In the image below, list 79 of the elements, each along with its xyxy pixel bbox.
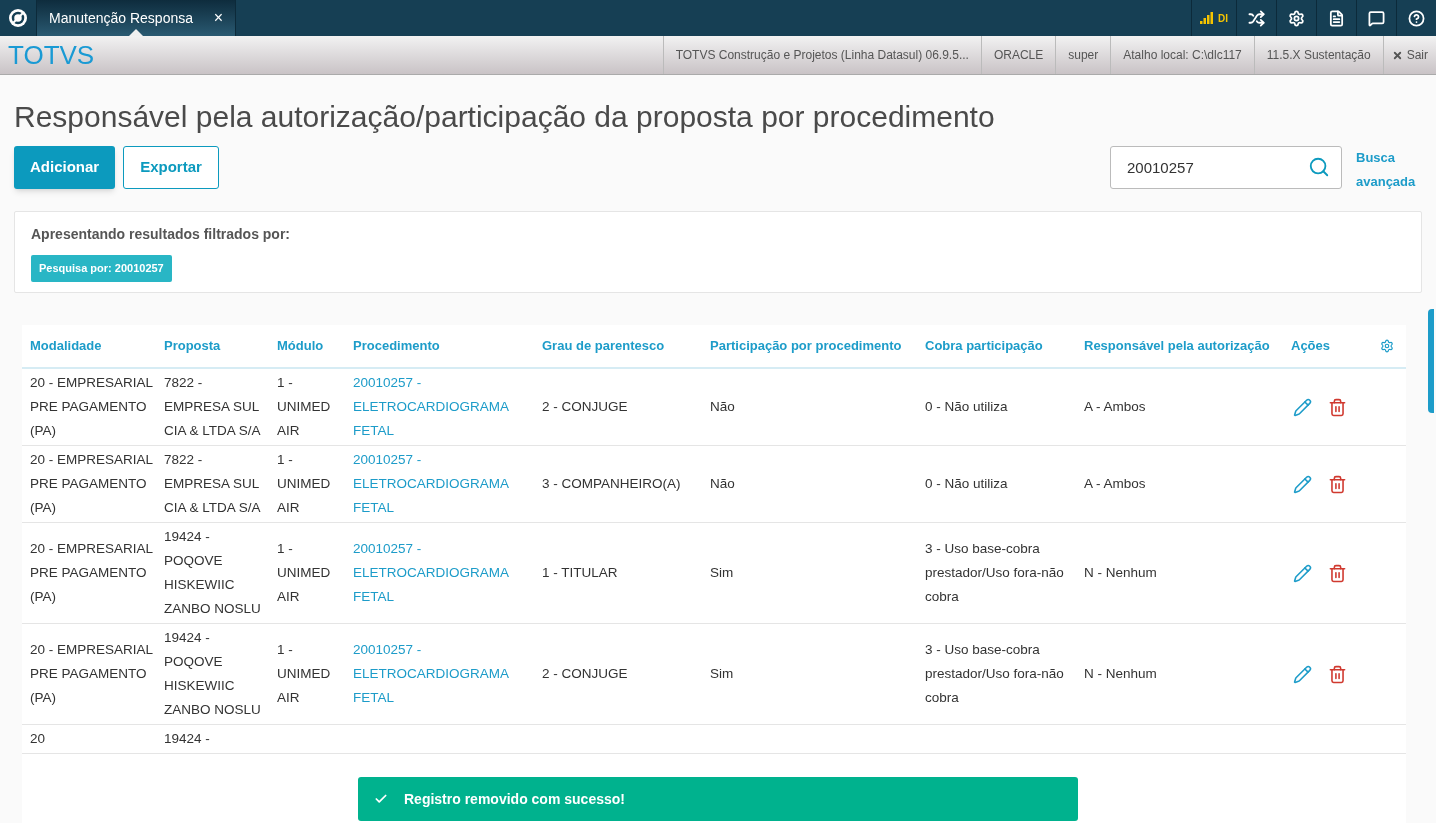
table-cell-text: A - Ambos [1084, 398, 1147, 416]
check-icon [374, 792, 388, 806]
delete-icon[interactable] [1328, 664, 1347, 684]
table-cell-text: 1 - TITULAR [542, 564, 619, 582]
window-tab[interactable]: Manutenção Responsa × [36, 0, 236, 36]
header-info: Atalho local: C:\dlc117 [1110, 36, 1254, 74]
delete-icon[interactable] [1328, 397, 1347, 417]
table-cell-text: N - Nenhum [1084, 564, 1158, 582]
table-cell-text: 2 - CONJUGE [542, 398, 629, 416]
column-header[interactable]: Responsável pela autorização [1084, 336, 1291, 356]
table-cell-text: 1 - UNIMED AIR [277, 374, 332, 440]
column-header[interactable]: Modalidade [30, 336, 164, 356]
column-header[interactable]: Grau de parentesco [542, 336, 710, 356]
document-icon[interactable] [1328, 9, 1345, 27]
table-cell-text: 1 - UNIMED AIR [277, 451, 332, 517]
table-cell-text: 2 - CONJUGE [542, 665, 629, 683]
edit-icon[interactable] [1293, 664, 1312, 684]
table-cell-text: 20 [30, 730, 47, 748]
edit-icon[interactable] [1293, 563, 1312, 583]
help-icon[interactable] [1408, 9, 1425, 27]
procedure-link[interactable]: 20010257 - ELETROCARDIOGRAMA FETAL [353, 448, 542, 520]
chat-icon[interactable] [1368, 9, 1385, 27]
header-info: super [1055, 36, 1111, 74]
delete-icon[interactable] [1328, 563, 1347, 583]
table-cell-text: Sim [710, 564, 735, 582]
table-cell-text: 19424 - POQOVE HISKEWIIC ZANBO NOSLU [164, 528, 262, 618]
table-cell-text: 19424 - POQOVE HISKEWIIC ZANBO NOSLU [164, 629, 262, 719]
signal-icon [1200, 12, 1214, 24]
export-button[interactable]: Exportar [123, 146, 219, 189]
table-cell-text: A - Ambos [1084, 475, 1147, 493]
table-cell-text: 1 - UNIMED AIR [277, 641, 332, 707]
logo-icon[interactable] [8, 8, 28, 28]
edit-icon[interactable] [1293, 397, 1312, 417]
table-cell-text: 20 - EMPRESARIAL PRE PAGAMENTO (PA) [30, 641, 154, 707]
table-cell-text: Não [710, 475, 736, 493]
column-header[interactable]: Ações [1291, 336, 1380, 356]
column-header[interactable]: Cobra participação [925, 336, 1084, 356]
delete-icon[interactable] [1328, 474, 1347, 494]
close-icon [1391, 49, 1403, 61]
close-button[interactable]: × [213, 6, 223, 30]
procedure-link[interactable]: 20010257 - ELETROCARDIOGRAMA FETAL [353, 537, 542, 609]
table-cell-text: 20 - EMPRESARIAL PRE PAGAMENTO (PA) [30, 451, 154, 517]
connection-label: DI [1218, 11, 1228, 26]
table-cell-text: 19424 - [164, 730, 211, 748]
header-info: ORACLE [980, 36, 1056, 74]
search-icon[interactable] [1308, 156, 1330, 178]
edit-icon[interactable] [1293, 474, 1312, 494]
logout-button[interactable]: Sair [1382, 36, 1436, 74]
toast-message: Registro removido com sucesso! [404, 790, 625, 809]
table-cell-text: 20 - EMPRESARIAL PRE PAGAMENTO (PA) [30, 374, 154, 440]
header-info: TOTVS Construção e Projetos (Linha Datasul) 06.9.5... [662, 36, 981, 74]
column-header[interactable]: Participação por procedimento [710, 336, 925, 356]
table-cell-text: Não [710, 398, 736, 416]
page-title: Responsável pela autorização/participação da proposta por procedimento [14, 99, 996, 135]
header-info: 11.5.X Sustentação [1253, 36, 1383, 74]
scrollbar-thumb[interactable] [1428, 309, 1434, 413]
column-header[interactable]: Módulo [277, 336, 353, 356]
table-cell-text: Sim [710, 665, 735, 683]
advanced-search-link[interactable]: Busca avançada [1356, 146, 1422, 194]
table-cell-text: 7822 - EMPRESA SUL CIA & LTDA S/A [164, 451, 262, 517]
shuffle-icon[interactable] [1248, 9, 1265, 27]
brand-name: TOTVS [7, 38, 95, 72]
column-header[interactable]: Procedimento [353, 336, 542, 356]
table-cell-text: 3 - Uso base-cobra prestador/Uso fora-não cobra [925, 540, 1065, 606]
table-cell-text: 0 - Não utiliza [925, 475, 1009, 493]
add-button[interactable]: Adicionar [14, 146, 116, 189]
column-header[interactable]: Proposta [164, 336, 277, 356]
filter-tag[interactable]: Pesquisa por: 20010257 [31, 255, 172, 282]
table-cell-text: 1 - UNIMED AIR [277, 540, 332, 606]
table-cell-text: 7822 - EMPRESA SUL CIA & LTDA S/A [164, 374, 262, 440]
table-cell-text: 3 - COMPANHEIRO(A) [542, 475, 682, 493]
table-cell-text: N - Nenhum [1084, 665, 1158, 683]
filter-label: Apresentando resultados filtrados por: [31, 225, 291, 244]
table-cell-text: 0 - Não utiliza [925, 398, 1009, 416]
search-field[interactable]: 20010257 [1110, 146, 1342, 189]
table-cell-text: 20 - EMPRESARIAL PRE PAGAMENTO (PA) [30, 540, 154, 606]
procedure-link[interactable]: 20010257 - ELETROCARDIOGRAMA FETAL [353, 371, 542, 443]
table-cell-text: 3 - Uso base-cobra prestador/Uso fora-não cobra [925, 641, 1065, 707]
procedure-link[interactable]: 20010257 - ELETROCARDIOGRAMA FETAL [353, 638, 542, 710]
